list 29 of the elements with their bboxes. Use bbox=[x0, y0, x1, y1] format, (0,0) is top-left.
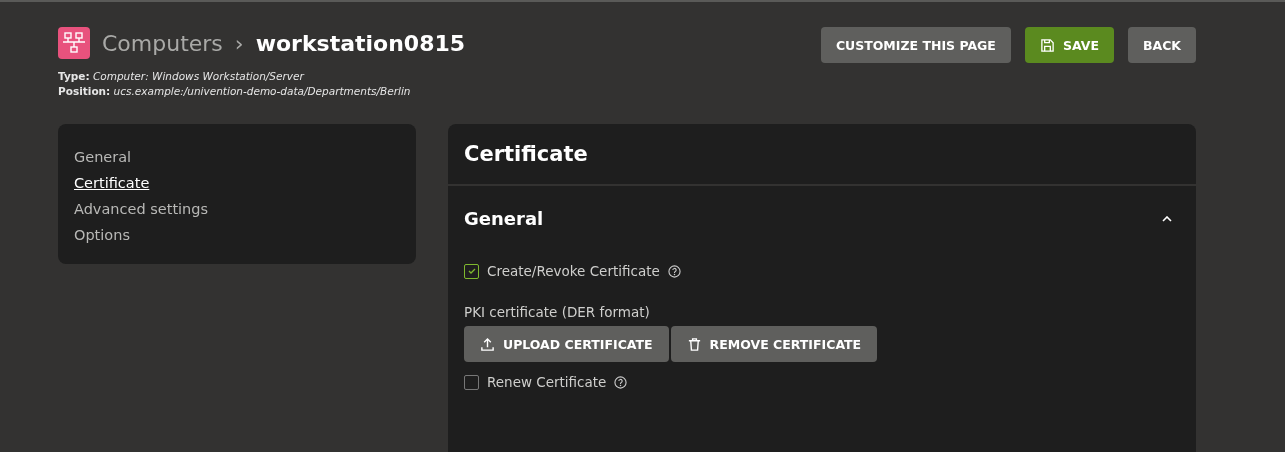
meta-line: Type: Computer: Windows Workstation/Server bbox=[58, 69, 306, 84]
checkbox[interactable] bbox=[464, 263, 479, 279]
sidebar-item[interactable]: Options bbox=[74, 222, 400, 248]
action-button[interactable]: BACK bbox=[1127, 27, 1196, 63]
help-icon[interactable] bbox=[667, 264, 681, 278]
sidebar-item[interactable]: Certificate bbox=[74, 170, 400, 196]
upload-button[interactable]: UPLOAD CERTIFICATE bbox=[464, 326, 669, 362]
breadcrumb-link[interactable]: Computers bbox=[102, 30, 223, 56]
checkbox-label: Renew Certificate bbox=[487, 374, 607, 390]
action-button[interactable]: CUSTOMIZE THIS PAGE bbox=[820, 27, 1011, 63]
page-title: workstation0815 bbox=[255, 30, 466, 56]
trash-icon bbox=[686, 336, 702, 352]
breadcrumb-separator: › bbox=[234, 30, 244, 56]
network-icon bbox=[58, 27, 90, 59]
save-button[interactable]: SAVE bbox=[1024, 27, 1114, 63]
panel-title: Certificate bbox=[448, 124, 1196, 186]
floppy-icon bbox=[1039, 37, 1055, 53]
check-icon bbox=[466, 266, 477, 276]
upload-icon bbox=[480, 336, 495, 352]
checkbox[interactable] bbox=[464, 374, 479, 390]
section-title: General bbox=[464, 208, 544, 229]
field-label: PKI certificate (DER format) bbox=[464, 304, 651, 320]
checkbox-label: Create/Revoke Certificate bbox=[487, 263, 660, 279]
sidebar-item[interactable]: Advanced settings bbox=[74, 196, 400, 222]
sidebar-item[interactable]: General bbox=[74, 144, 400, 170]
meta-line: Position: ucs.example:/univention-demo-data/Departments/Berlin bbox=[58, 84, 412, 99]
help-icon[interactable] bbox=[614, 375, 628, 389]
remove-button[interactable]: REMOVE CERTIFICATE bbox=[670, 326, 878, 362]
caret-icon[interactable] bbox=[1162, 215, 1172, 222]
